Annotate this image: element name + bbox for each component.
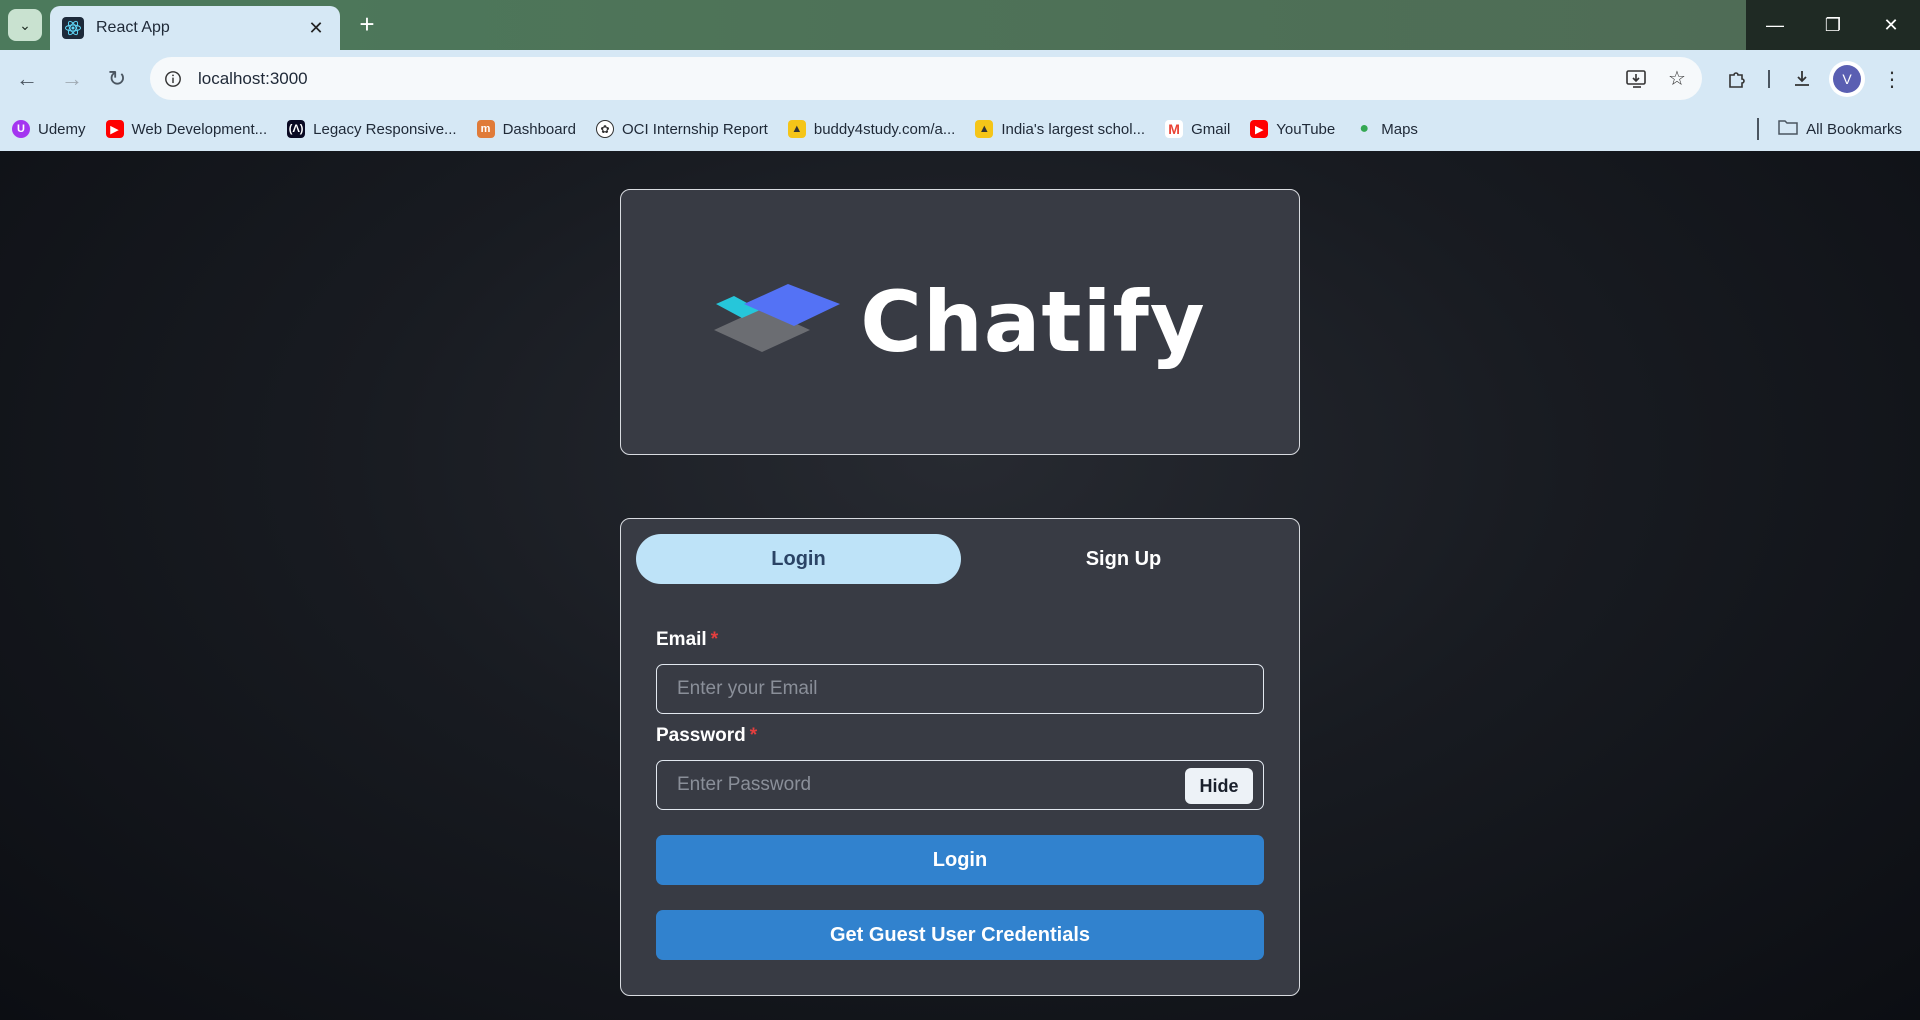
email-label: Email * <box>656 629 718 651</box>
close-tab-icon[interactable]: ✕ <box>304 18 328 39</box>
install-app-icon[interactable] <box>1622 64 1652 94</box>
bookmark-label: Web Development... <box>131 120 268 138</box>
auth-tabs: Login Sign Up <box>636 534 1286 584</box>
bookmark-label: Udemy <box>38 120 86 138</box>
openai-icon: ✿ <box>595 120 614 138</box>
restore-button[interactable]: ❐ <box>1804 0 1862 50</box>
extensions-icon[interactable] <box>1722 64 1752 94</box>
freecodecamp-icon: (Λ) <box>287 120 306 138</box>
password-field[interactable] <box>656 760 1264 810</box>
page-viewport: Chatify Login Sign Up Email* Password* H… <box>0 151 1920 1020</box>
bookmark-dashboard[interactable]: m Dashboard <box>476 120 576 138</box>
toolbar-divider <box>1768 70 1770 88</box>
layers-logo-icon <box>714 284 841 352</box>
required-marker: * <box>749 725 758 746</box>
downloads-icon[interactable] <box>1787 64 1817 94</box>
bookmark-maps[interactable]: ● Maps <box>1355 120 1418 138</box>
tab-search-button[interactable]: ⌄ <box>8 9 42 41</box>
bookmark-label: Dashboard <box>502 120 576 138</box>
minimize-button[interactable]: — <box>1746 0 1804 50</box>
close-window-button[interactable]: ✕ <box>1862 0 1920 50</box>
forward-button[interactable]: → <box>57 64 87 94</box>
bookmark-udemy[interactable]: U Udemy <box>12 120 86 138</box>
password-label-text: Password <box>656 725 746 746</box>
youtube-icon: ▶ <box>1250 120 1269 138</box>
brand-name: Chatify <box>860 273 1206 371</box>
profile-initial: V <box>1833 65 1861 93</box>
bookmark-label: YouTube <box>1276 120 1336 138</box>
bookmarks-bar: U Udemy ▶ Web Development... (Λ) Legacy … <box>0 107 1920 151</box>
reload-button[interactable]: ↻ <box>102 64 132 94</box>
back-button[interactable]: ← <box>12 64 42 94</box>
scholar-icon: ▲ <box>787 120 806 138</box>
browser-tab-active[interactable]: React App ✕ <box>50 6 340 50</box>
required-marker: * <box>710 629 719 650</box>
scholar-icon: ▲ <box>975 120 994 138</box>
gmail-icon: M <box>1165 120 1184 138</box>
auth-card: Login Sign Up Email* Password* Hide Logi… <box>620 518 1300 996</box>
folder-icon <box>1778 119 1798 139</box>
menu-kebab-icon[interactable]: ⋮ <box>1877 64 1907 94</box>
bookmark-india-largest-scholarship[interactable]: ▲ India's largest schol... <box>975 120 1145 138</box>
bookmarks-divider <box>1757 118 1759 140</box>
bookmark-label: Maps <box>1381 120 1418 138</box>
window-controls: — ❐ ✕ <box>1746 0 1920 50</box>
browser-toolbar: ← → ↻ localhost:3000 ☆ V ⋮ <box>0 50 1920 107</box>
email-label-text: Email <box>656 629 707 650</box>
url-text[interactable]: localhost:3000 <box>198 69 1622 89</box>
bookmark-label: buddy4study.com/a... <box>813 120 956 138</box>
tab-signup[interactable]: Sign Up <box>961 534 1286 584</box>
all-bookmarks-button[interactable]: All Bookmarks <box>1778 107 1902 151</box>
react-icon <box>62 17 84 39</box>
tab-title: React App <box>96 19 170 36</box>
bookmark-web-development[interactable]: ▶ Web Development... <box>105 120 268 138</box>
new-tab-button[interactable]: + <box>352 10 382 40</box>
address-bar[interactable]: localhost:3000 ☆ <box>150 57 1702 100</box>
guest-credentials-button[interactable]: Get Guest User Credentials <box>656 910 1264 960</box>
site-info-icon[interactable] <box>160 66 186 92</box>
bookmark-label: India's largest schol... <box>1001 120 1146 138</box>
hide-password-button[interactable]: Hide <box>1185 768 1253 804</box>
brand-logo: Chatify <box>714 273 1205 371</box>
profile-avatar[interactable]: V <box>1829 61 1865 97</box>
bookmark-gmail[interactable]: M Gmail <box>1165 120 1230 138</box>
bookmark-star-icon[interactable]: ☆ <box>1662 64 1692 94</box>
udemy-icon: U <box>12 120 30 138</box>
bookmark-legacy-responsive[interactable]: (Λ) Legacy Responsive... <box>287 120 457 138</box>
browser-tabstrip: ⌄ React App ✕ + — ❐ ✕ <box>0 0 1920 50</box>
logo-card: Chatify <box>620 189 1300 455</box>
email-field[interactable] <box>656 664 1264 714</box>
bookmark-oci-internship-report[interactable]: ✿ OCI Internship Report <box>595 120 768 138</box>
bookmark-label: Gmail <box>1191 120 1231 138</box>
login-button[interactable]: Login <box>656 835 1264 885</box>
bookmark-label: Legacy Responsive... <box>313 120 457 138</box>
maps-icon: ● <box>1359 120 1370 137</box>
bookmark-buddy4study[interactable]: ▲ buddy4study.com/a... <box>787 120 956 138</box>
all-bookmarks-label: All Bookmarks <box>1806 120 1902 138</box>
bookmark-youtube[interactable]: ▶ YouTube <box>1250 120 1335 138</box>
youtube-icon: ▶ <box>105 120 124 138</box>
chevron-down-icon: ⌄ <box>19 16 31 33</box>
dashboard-icon: m <box>476 120 495 138</box>
password-label: Password * <box>656 725 757 747</box>
tab-login[interactable]: Login <box>636 534 961 584</box>
bookmark-label: OCI Internship Report <box>621 120 768 138</box>
